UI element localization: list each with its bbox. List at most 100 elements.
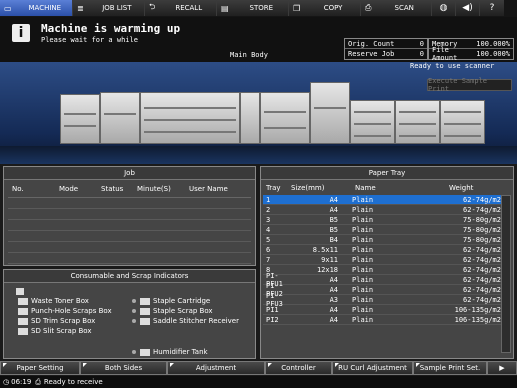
tray-row[interactable]: 4 B5 Plain 75-80g/m2 bbox=[263, 225, 501, 235]
paper-tray-list[interactable]: 1 A4 Plain 62-74g/m2 2 A4 Plain 62-74g/m2 3 B5 Pla… bbox=[263, 195, 501, 325]
info-icon: i bbox=[12, 24, 30, 42]
tab-copy-label: COPY bbox=[323, 4, 343, 12]
tray-id: 3 bbox=[266, 215, 271, 224]
printer-unit bbox=[310, 82, 350, 144]
tray-id: 7 bbox=[266, 255, 271, 264]
tab-store[interactable]: ▤ STORE bbox=[217, 0, 289, 16]
tab-copy[interactable]: ❐ COPY bbox=[289, 0, 361, 16]
tray-weight: 62-74g/m2 bbox=[463, 195, 501, 204]
tray-row[interactable]: PI-PFU3 A3 Plain 62-74g/m2 bbox=[263, 292, 501, 308]
tray-paper-name: Plain bbox=[352, 285, 374, 294]
job-row[interactable] bbox=[8, 231, 251, 242]
tray-id: 4 bbox=[266, 225, 271, 234]
tray-id: 6 bbox=[266, 245, 271, 254]
tray-size: A4 bbox=[329, 275, 339, 284]
job-row[interactable] bbox=[8, 242, 251, 253]
tray-size: A4 bbox=[329, 285, 339, 294]
tab-machine[interactable]: ▭ MACHINE bbox=[0, 0, 73, 16]
tray-col-weight: Weight bbox=[449, 184, 474, 192]
tray-row[interactable]: 1 A4 Plain 62-74g/m2 bbox=[263, 195, 501, 205]
tray-paper-name: Plain bbox=[352, 215, 374, 224]
sample-print-set-button[interactable]: Sample Print Set. bbox=[413, 361, 487, 375]
tray-row[interactable]: PI2 A4 Plain 106-135g/m2 bbox=[263, 315, 501, 325]
next-arrow-icon[interactable]: ▶ bbox=[487, 361, 517, 375]
tray-size: 12x18 bbox=[316, 265, 339, 274]
job-row[interactable] bbox=[8, 253, 251, 264]
paper-tray-title: Paper Tray bbox=[261, 167, 513, 180]
ru-curl-adjustment-button[interactable]: RU Curl Adjustment bbox=[332, 361, 413, 375]
tray-size: B5 bbox=[329, 225, 339, 234]
tray-weight: 75-80g/m2 bbox=[463, 215, 501, 224]
saddle-stitcher-icon bbox=[140, 317, 150, 325]
tray-row[interactable]: 2 A4 Plain 62-74g/m2 bbox=[263, 205, 501, 215]
consumable-waste-toner: Waste Toner Box bbox=[18, 297, 89, 305]
both-sides-button[interactable]: Both Sides bbox=[80, 361, 167, 375]
printer-unit bbox=[395, 100, 440, 144]
paper-tray-scrollbar[interactable] bbox=[501, 195, 511, 353]
status-text: Ready to receive bbox=[43, 378, 103, 386]
sd-trim-icon bbox=[18, 317, 28, 325]
tab-recall[interactable]: ⮌ RECALL bbox=[145, 0, 217, 16]
tray-row[interactable]: PI-PFU1 A4 Plain 62-74g/m2 bbox=[263, 272, 501, 288]
consumable-humidifier: Humidifier Tank bbox=[132, 348, 208, 356]
adjustment-button[interactable]: Adjustment bbox=[167, 361, 265, 375]
tray-id: 1 bbox=[266, 195, 271, 204]
tray-size: A3 bbox=[329, 295, 339, 304]
staple-icon bbox=[140, 297, 150, 305]
tray-row[interactable]: 3 B5 Plain 75-80g/m2 bbox=[263, 215, 501, 225]
job-row[interactable] bbox=[8, 220, 251, 231]
status-time: 06:19 bbox=[11, 378, 32, 386]
job-row[interactable] bbox=[8, 198, 251, 209]
bottom-bar: Paper Setting Both Sides Adjustment Cont… bbox=[0, 361, 517, 375]
tab-machine-label: MACHINE bbox=[28, 4, 62, 12]
count-status-box: Orig. Count 0 Reserve Job 0 bbox=[344, 38, 428, 60]
tray-row[interactable]: 8 12x18 Plain 62-74g/m2 bbox=[263, 265, 501, 275]
job-col-status: Status bbox=[101, 185, 124, 193]
printer-status-icon: ⎙ bbox=[35, 377, 41, 386]
waste-toner-icon bbox=[18, 297, 28, 305]
reserve-job-label: Reserve Job bbox=[348, 50, 395, 58]
printer-unit bbox=[140, 92, 240, 144]
consumable-staple-scrap: Staple Scrap Box bbox=[132, 307, 213, 315]
tray-row[interactable]: PI1 A4 Plain 106-135g/m2 bbox=[263, 305, 501, 315]
consumable-punch-hole: Punch-Hole Scraps Box bbox=[18, 307, 112, 315]
consumable-saddle-stitcher: Saddle Stitcher Receiver bbox=[132, 317, 239, 325]
tray-paper-name: Plain bbox=[352, 245, 374, 254]
paper-setting-button[interactable]: Paper Setting bbox=[0, 361, 80, 375]
help-icon[interactable]: ? bbox=[480, 0, 504, 16]
main-body-label: Main Body bbox=[230, 51, 268, 59]
job-row[interactable] bbox=[8, 209, 251, 220]
globe-icon[interactable]: ◍ bbox=[432, 0, 456, 16]
tray-size: 9x11 bbox=[321, 255, 339, 264]
tray-size: A4 bbox=[329, 205, 339, 214]
tray-paper-name: Plain bbox=[352, 315, 374, 324]
tab-scan[interactable]: ⎙ SCAN bbox=[361, 0, 432, 16]
tray-row[interactable]: 7 9x11 Plain 62-74g/m2 bbox=[263, 255, 501, 265]
tray-paper-name: Plain bbox=[352, 205, 374, 214]
speaker-icon[interactable]: ◀) bbox=[456, 0, 480, 16]
clock-icon: ◷ bbox=[3, 378, 10, 386]
job-list[interactable] bbox=[8, 197, 251, 264]
tab-job-list[interactable]: ≣ JOB LIST bbox=[73, 0, 145, 16]
file-amount-label: File Amount bbox=[432, 46, 458, 62]
tray-id: 5 bbox=[266, 235, 271, 244]
tray-row[interactable]: 5 B4 Plain 75-80g/m2 bbox=[263, 235, 501, 245]
tray-paper-name: Plain bbox=[352, 265, 374, 274]
tray-weight: 62-74g/m2 bbox=[463, 265, 501, 274]
job-panel-title: Job bbox=[4, 167, 255, 180]
tray-size: B4 bbox=[329, 235, 339, 244]
printer-unit bbox=[260, 92, 310, 144]
copy-icon: ❐ bbox=[293, 3, 301, 13]
warming-up-subtitle: Please wait for a while bbox=[41, 36, 138, 44]
tray-weight: 62-74g/m2 bbox=[463, 275, 501, 284]
tray-row[interactable]: PI-PFU2 A4 Plain 62-74g/m2 bbox=[263, 282, 501, 298]
tray-paper-name: Plain bbox=[352, 225, 374, 234]
humidifier-icon bbox=[140, 348, 150, 356]
staple-scrap-icon bbox=[140, 307, 150, 315]
controller-button[interactable]: Controller bbox=[265, 361, 332, 375]
status-bar: ◷ 06:19 ⎙ Ready to receive bbox=[0, 376, 517, 388]
execute-sample-print-button[interactable]: Execute Sample Print bbox=[427, 77, 512, 93]
tray-row[interactable]: 6 8.5x11 Plain 62-74g/m2 bbox=[263, 245, 501, 255]
job-col-user: User Name bbox=[189, 185, 228, 193]
tray-id: PI2 bbox=[266, 315, 279, 324]
